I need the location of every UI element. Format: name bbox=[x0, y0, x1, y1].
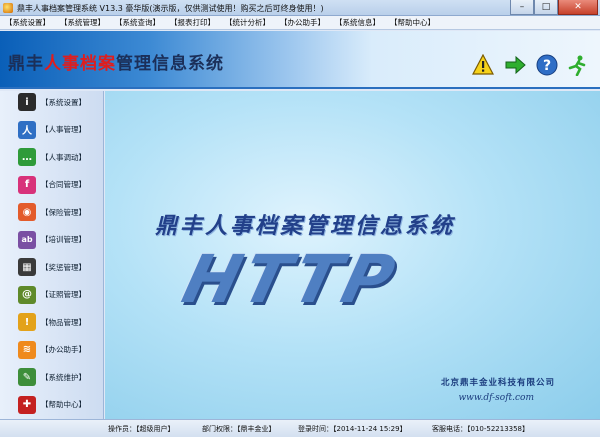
title-bar: 鼎丰人事档案管理系统 V13.3 豪华版(演示版，仅供测试使用！购买之后可终身使… bbox=[0, 0, 600, 16]
grid-icon: ▦ bbox=[18, 258, 36, 276]
menu-bar: 【系统设置】 【系统管理】 【系统查询】 【报表打印】 【统计分析】 【办公助手… bbox=[0, 16, 600, 30]
runner-exit-icon[interactable] bbox=[566, 54, 588, 76]
sidebar-item-label: 【证照管理】 bbox=[41, 290, 86, 299]
sidebar-item-training-management[interactable]: ab 【培训管理】 bbox=[18, 229, 104, 251]
sidebar-item-label: 【人事管理】 bbox=[41, 125, 86, 134]
status-login-time: 登录时间：【2014-11-24 15:29】 bbox=[298, 424, 407, 434]
sidebar-item-personnel-management[interactable]: 人 【人事管理】 bbox=[18, 119, 104, 141]
maximize-button[interactable]: □ bbox=[534, 0, 558, 15]
sidebar-item-insurance-management[interactable]: ◉ 【保险管理】 bbox=[18, 201, 104, 223]
status-bar: 操作员：【超级用户】 部门权限：【鼎丰金业】 登录时间：【2014-11-24 … bbox=[0, 419, 600, 437]
main-area: 鼎丰人事档案管理信息系统 HTTP 北京鼎丰金业科技有限公司 www.df-so… bbox=[105, 91, 600, 419]
company-name: 北京鼎丰金业科技有限公司 bbox=[440, 378, 555, 388]
menu-office-assistant[interactable]: 【办公助手】 bbox=[275, 17, 330, 28]
main-title: 鼎丰人事档案管理信息系统 bbox=[155, 213, 456, 239]
sidebar-item-goods-management[interactable]: ! 【物品管理】 bbox=[18, 311, 104, 333]
window-title: 鼎丰人事档案管理系统 V13.3 豪华版(演示版，仅供测试使用！购买之后可终身使… bbox=[17, 4, 324, 13]
menu-statistics[interactable]: 【统计分析】 bbox=[220, 17, 275, 28]
help-icon[interactable]: ? bbox=[536, 54, 558, 76]
status-operator-label: 操作员： bbox=[108, 425, 136, 433]
sidebar-item-certificate-management[interactable]: @ 【证照管理】 bbox=[18, 284, 104, 306]
sidebar-item-label: 【合同管理】 bbox=[41, 180, 86, 189]
status-phone-label: 客服电话： bbox=[432, 425, 467, 433]
status-dept-label: 部门权限： bbox=[202, 425, 237, 433]
status-dept-value: 【鼎丰金业】 bbox=[237, 425, 276, 433]
status-operator: 操作员：【超级用户】 bbox=[108, 424, 175, 434]
sidebar-item-reward-penalty[interactable]: ▦ 【奖惩管理】 bbox=[18, 256, 104, 278]
status-phone-value: 【010-52213358】 bbox=[467, 425, 530, 433]
http-logo: HTTP bbox=[175, 241, 406, 318]
window-controls: – □ ✕ bbox=[510, 0, 598, 15]
menu-report-print[interactable]: 【报表打印】 bbox=[165, 17, 220, 28]
sidebar-item-system-maintenance[interactable]: ✎ 【系统维护】 bbox=[18, 366, 104, 388]
website-link[interactable]: www.df-soft.com bbox=[458, 393, 534, 403]
sidebar-item-label: 【培训管理】 bbox=[41, 235, 86, 244]
menu-system-management[interactable]: 【系统管理】 bbox=[55, 17, 110, 28]
svg-text:?: ? bbox=[543, 58, 551, 74]
status-login-label: 登录时间： bbox=[298, 425, 333, 433]
menu-system-info[interactable]: 【系统信息】 bbox=[330, 17, 385, 28]
people-icon: 人 bbox=[18, 120, 36, 139]
sidebar: i 【系统设置】 人 【人事管理】 … 【人事调动】 f 【合同管理】 ◉ 【保… bbox=[0, 91, 104, 419]
app-icon bbox=[3, 3, 13, 13]
sidebar-item-label: 【系统设置】 bbox=[41, 97, 86, 107]
lightbulb-icon: ! bbox=[18, 313, 36, 331]
chat-icon: … bbox=[18, 148, 36, 166]
menu-help-center[interactable]: 【帮助中心】 bbox=[385, 17, 440, 28]
arrow-right-icon[interactable] bbox=[504, 54, 526, 76]
header-title-part3: 管理信息系统 bbox=[116, 54, 224, 74]
menu-system-query[interactable]: 【系统查询】 bbox=[110, 17, 165, 28]
sidebar-item-system-settings[interactable]: i 【系统设置】 bbox=[18, 91, 104, 113]
menu-system-settings[interactable]: 【系统设置】 bbox=[0, 17, 55, 28]
header-title: 鼎丰人事档案管理信息系统 bbox=[8, 49, 224, 74]
ab-icon: ab bbox=[18, 230, 36, 249]
ring-icon: ◉ bbox=[18, 203, 36, 221]
status-login-value: 【2014-11-24 15:29】 bbox=[333, 425, 407, 433]
sidebar-item-contract-management[interactable]: f 【合同管理】 bbox=[18, 174, 104, 196]
sidebar-item-label: 【人事调动】 bbox=[41, 152, 86, 162]
warning-icon[interactable] bbox=[472, 54, 494, 76]
status-department: 部门权限：【鼎丰金业】 bbox=[202, 424, 276, 434]
at-icon: @ bbox=[18, 285, 36, 304]
rss-icon: ≋ bbox=[18, 340, 36, 359]
header-title-part1: 鼎丰 bbox=[8, 54, 44, 74]
sidebar-item-office-assistant[interactable]: ≋ 【办公助手】 bbox=[18, 339, 104, 361]
sidebar-item-personnel-transfer[interactable]: … 【人事调动】 bbox=[18, 146, 104, 168]
status-phone: 客服电话：【010-52213358】 bbox=[432, 424, 529, 434]
sidebar-item-label: 【保险管理】 bbox=[41, 207, 86, 217]
pen-icon: ✎ bbox=[18, 368, 36, 386]
info-icon: i bbox=[18, 93, 36, 111]
sidebar-item-label: 【奖惩管理】 bbox=[41, 262, 86, 272]
minimize-button[interactable]: – bbox=[510, 0, 534, 15]
header-title-part2: 人事档案 bbox=[44, 54, 116, 74]
sidebar-item-label: 【办公助手】 bbox=[41, 345, 86, 354]
sidebar-item-label: 【帮助中心】 bbox=[41, 400, 86, 409]
close-button[interactable]: ✕ bbox=[558, 0, 598, 15]
status-operator-value: 【超级用户】 bbox=[136, 425, 175, 433]
gift-icon: ✚ bbox=[18, 395, 36, 414]
sidebar-item-label: 【物品管理】 bbox=[41, 317, 86, 327]
sidebar-item-label: 【系统维护】 bbox=[41, 372, 86, 382]
sidebar-item-help-center[interactable]: ✚ 【帮助中心】 bbox=[18, 394, 104, 416]
f-icon: f bbox=[18, 175, 36, 194]
